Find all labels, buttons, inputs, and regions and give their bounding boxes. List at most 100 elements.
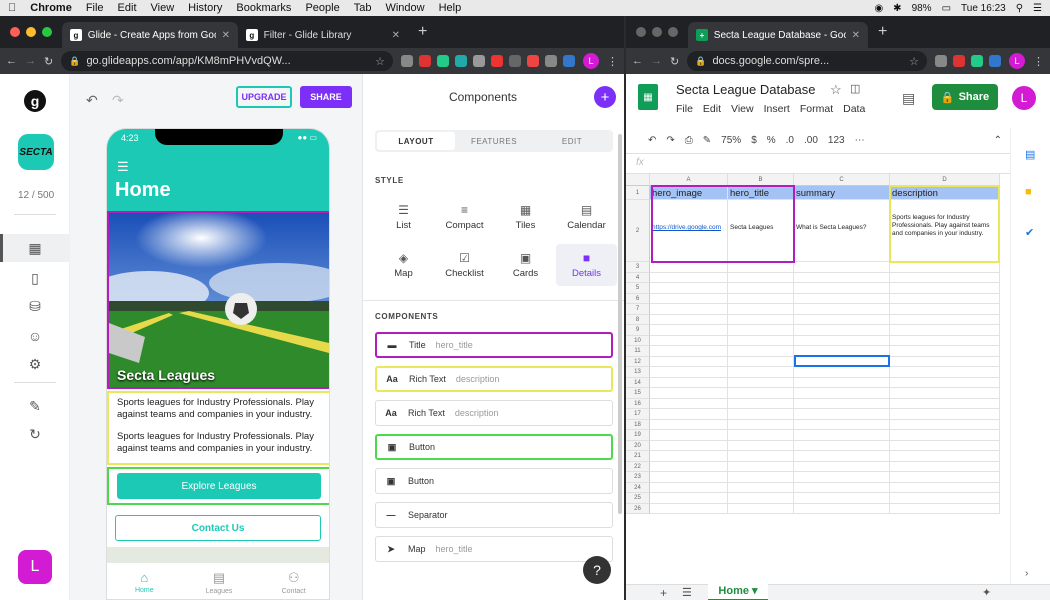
extension-lastpass-icon[interactable] (491, 55, 503, 67)
menu-view[interactable]: View (151, 2, 175, 14)
zoom-window-button[interactable] (668, 27, 678, 37)
sheet-cell[interactable] (794, 325, 890, 336)
sheet-cell[interactable] (794, 272, 890, 283)
menu-help[interactable]: Help (439, 2, 462, 14)
sheet-cell[interactable] (890, 398, 1000, 409)
sheet-cell[interactable] (794, 493, 890, 504)
sheet-cell[interactable] (728, 293, 794, 304)
sheet-cell[interactable] (890, 367, 1000, 378)
sidebar-item-data[interactable]: ⛁ (0, 292, 70, 320)
collapse-icon[interactable]: ⌃ (994, 135, 1002, 146)
reload-icon[interactable]: ↻ (44, 55, 53, 68)
sheet-cell[interactable] (728, 356, 794, 367)
sheet-cell[interactable] (890, 304, 1000, 315)
style-compact[interactable]: ≡ Compact (434, 196, 495, 238)
reload-icon[interactable]: ↻ (670, 55, 679, 68)
sheet-cell[interactable] (650, 472, 728, 483)
user-avatar[interactable]: L (18, 550, 52, 584)
tab-sheets[interactable]: + Secta League Database - Googl ✕ (688, 22, 868, 48)
sheets-menu-view[interactable]: View (731, 103, 754, 115)
zoom-select[interactable]: 75% (721, 135, 741, 146)
sheet-cell[interactable] (794, 304, 890, 315)
sheet-cell[interactable] (728, 325, 794, 336)
sheet-cell[interactable] (728, 304, 794, 315)
component-title[interactable]: ▬ Title hero_title (375, 332, 613, 358)
sheets-logo-icon[interactable]: ▦ (638, 84, 658, 110)
redo-icon[interactable]: ↷ (112, 92, 124, 109)
sheet-cell[interactable] (794, 314, 890, 325)
sheet-cell[interactable] (794, 293, 890, 304)
sheet-cell[interactable] (794, 409, 890, 420)
panel-scrollbar[interactable] (618, 134, 622, 514)
search-icon[interactable]: ⚲ (1016, 3, 1023, 14)
component-separator[interactable]: — Separator (375, 502, 613, 528)
sheets-menu-format[interactable]: Format (800, 103, 833, 115)
sheet-cell[interactable] (650, 335, 728, 346)
row-header[interactable]: 26 (626, 503, 650, 514)
more-icon[interactable]: ⋯ (855, 135, 865, 146)
tab-edit[interactable]: EDIT (533, 132, 611, 150)
tab-layout[interactable]: LAYOUT (377, 132, 455, 150)
style-cards[interactable]: ▣ Cards (495, 244, 556, 286)
hamburger-menu-icon[interactable]: ☰ (117, 159, 129, 175)
extension-teal-icon[interactable] (455, 55, 467, 67)
decrease-decimal-icon[interactable]: .0 (786, 135, 794, 146)
forward-icon[interactable]: → (651, 55, 662, 67)
menu-bookmarks[interactable]: Bookmarks (236, 2, 291, 14)
row-header[interactable]: 2 (626, 200, 650, 262)
row-header[interactable]: 25 (626, 493, 650, 504)
zoom-window-button[interactable] (42, 27, 52, 37)
back-icon[interactable]: ← (6, 55, 17, 67)
percent-icon[interactable]: % (767, 135, 776, 146)
row-header[interactable]: 15 (626, 388, 650, 399)
sidebar-item-settings[interactable]: ⚙ (0, 350, 70, 378)
sheet-cell[interactable] (650, 461, 728, 472)
component-rich-text[interactable]: Aa Rich Text description (375, 400, 613, 426)
profile-avatar[interactable]: L (583, 53, 599, 69)
battery-icon[interactable]: ▭ (942, 3, 951, 14)
share-button[interactable]: SHARE (300, 86, 352, 108)
sheet-cell[interactable] (728, 377, 794, 388)
sheet-cell[interactable] (794, 388, 890, 399)
selected-cell[interactable] (794, 355, 890, 367)
sheet-cell[interactable] (728, 388, 794, 399)
row-header[interactable]: 19 (626, 430, 650, 441)
expand-panel-icon[interactable]: › (1025, 568, 1028, 579)
menu-people[interactable]: People (305, 2, 339, 14)
sheet-cell[interactable] (890, 314, 1000, 325)
sidebar-item-layout[interactable]: ▦ (0, 234, 70, 262)
sheet-cell[interactable] (650, 377, 728, 388)
sheet-cell[interactable] (650, 304, 728, 315)
url-input[interactable]: 🔒 go.glideapps.com/app/KM8mPHVvdQW... ☆ (61, 51, 393, 71)
forward-icon[interactable]: → (25, 55, 36, 67)
keep-addon-icon[interactable]: ■ (1025, 186, 1032, 198)
currency-icon[interactable]: $ (751, 135, 757, 146)
new-tab-button[interactable]: + (868, 23, 897, 41)
sheet-cell[interactable] (728, 283, 794, 294)
sheet-cell[interactable]: summary (794, 186, 890, 200)
clock[interactable]: Tue 16:23 (961, 3, 1006, 14)
sidebar-item-sync[interactable]: ↻ (0, 420, 70, 448)
sheet-cell[interactable] (650, 293, 728, 304)
sheet-cell[interactable] (650, 493, 728, 504)
sheet-cell[interactable] (890, 388, 1000, 399)
sheet-cell[interactable] (794, 451, 890, 462)
map-component[interactable] (107, 547, 329, 563)
extension-dark-icon[interactable] (509, 55, 521, 67)
sheet-cell[interactable] (890, 335, 1000, 346)
sheet-cell[interactable] (728, 451, 794, 462)
sheets-user-avatar[interactable]: L (1012, 86, 1036, 110)
row-header[interactable]: 6 (626, 293, 650, 304)
sheet-cell[interactable] (728, 398, 794, 409)
phone-tab-contact[interactable]: ⚇ Contact (256, 563, 329, 599)
sheet-cell[interactable] (794, 283, 890, 294)
extension-blue-icon[interactable] (563, 55, 575, 67)
add-sheet-icon[interactable]: + (660, 586, 667, 600)
back-icon[interactable]: ← (632, 55, 643, 67)
sheet-cell[interactable] (794, 430, 890, 441)
extension-blue-icon[interactable] (989, 55, 1001, 67)
wifi-icon[interactable]: ◉ (874, 3, 883, 14)
menu-file[interactable]: File (86, 2, 104, 14)
sheet-cell[interactable] (890, 451, 1000, 462)
row-header[interactable]: 11 (626, 346, 650, 357)
